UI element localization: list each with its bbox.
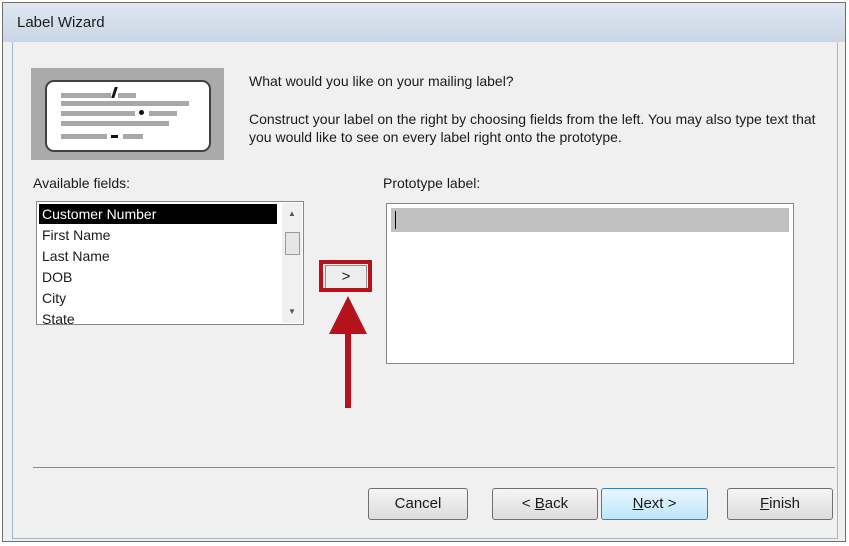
next-button-key: N (632, 495, 644, 512)
label-illustration-icon (45, 80, 211, 152)
field-item-customer-number[interactable]: Customer Number (39, 204, 277, 224)
button-separator (33, 467, 835, 468)
back-button-key: B (534, 495, 545, 512)
scroll-thumb[interactable] (285, 232, 300, 255)
scroll-down-arrow-icon[interactable]: ▼ (282, 303, 302, 321)
prototype-label-editor[interactable] (386, 203, 794, 364)
field-item-city[interactable]: City (39, 288, 277, 308)
illustration-line (61, 111, 135, 116)
available-fields-label: Available fields: (33, 175, 131, 191)
scroll-up-arrow-icon[interactable]: ▲ (282, 205, 302, 223)
field-item-last-name[interactable]: Last Name (39, 246, 277, 266)
field-item-state[interactable]: State (39, 309, 277, 324)
illustration-line (61, 101, 189, 106)
illustration-line (61, 121, 169, 126)
field-item-first-name[interactable]: First Name (39, 225, 277, 245)
illustration-line (149, 111, 177, 116)
field-item-dob[interactable]: DOB (39, 267, 277, 287)
cancel-button-label: Cancel (394, 495, 442, 512)
title-bar: Label Wizard (3, 3, 845, 42)
prototype-label-heading: Prototype label: (383, 175, 481, 191)
finish-button-key: F (759, 495, 770, 512)
finish-button[interactable]: Finish (727, 488, 833, 520)
cancel-button[interactable]: Cancel (368, 488, 468, 520)
illustration-line (61, 93, 111, 98)
finish-button-label: inish (769, 495, 801, 512)
annotation-arrow-shaft (345, 332, 351, 408)
intro-question: What would you like on your mailing labe… (249, 73, 514, 89)
next-button[interactable]: Next > (601, 488, 708, 520)
illustration-comma-mark (139, 110, 144, 115)
back-button-label: ack (544, 495, 569, 512)
annotation-highlight-box (319, 260, 372, 292)
intro-instructions: Construct your label on the right by cho… (249, 111, 816, 145)
illustration-line (118, 93, 136, 98)
next-button-label: ext > (643, 495, 677, 512)
annotation-arrow-head (329, 296, 367, 334)
illustration-line (61, 134, 107, 139)
back-button-accel: < (521, 495, 531, 512)
available-fields-listbox[interactable]: Customer Number First Name Last Name DOB… (36, 201, 304, 325)
illustration-line (123, 134, 143, 139)
back-button[interactable]: < Back (492, 488, 598, 520)
window-title: Label Wizard (17, 14, 105, 31)
fields-scrollbar[interactable]: ▲ ▼ (282, 203, 302, 323)
annotation-arrow-icon (329, 296, 367, 408)
text-caret (395, 211, 396, 229)
prototype-line-1[interactable] (391, 208, 789, 232)
illustration-slash-mark (111, 87, 118, 98)
illustration-dash-mark (111, 135, 118, 138)
